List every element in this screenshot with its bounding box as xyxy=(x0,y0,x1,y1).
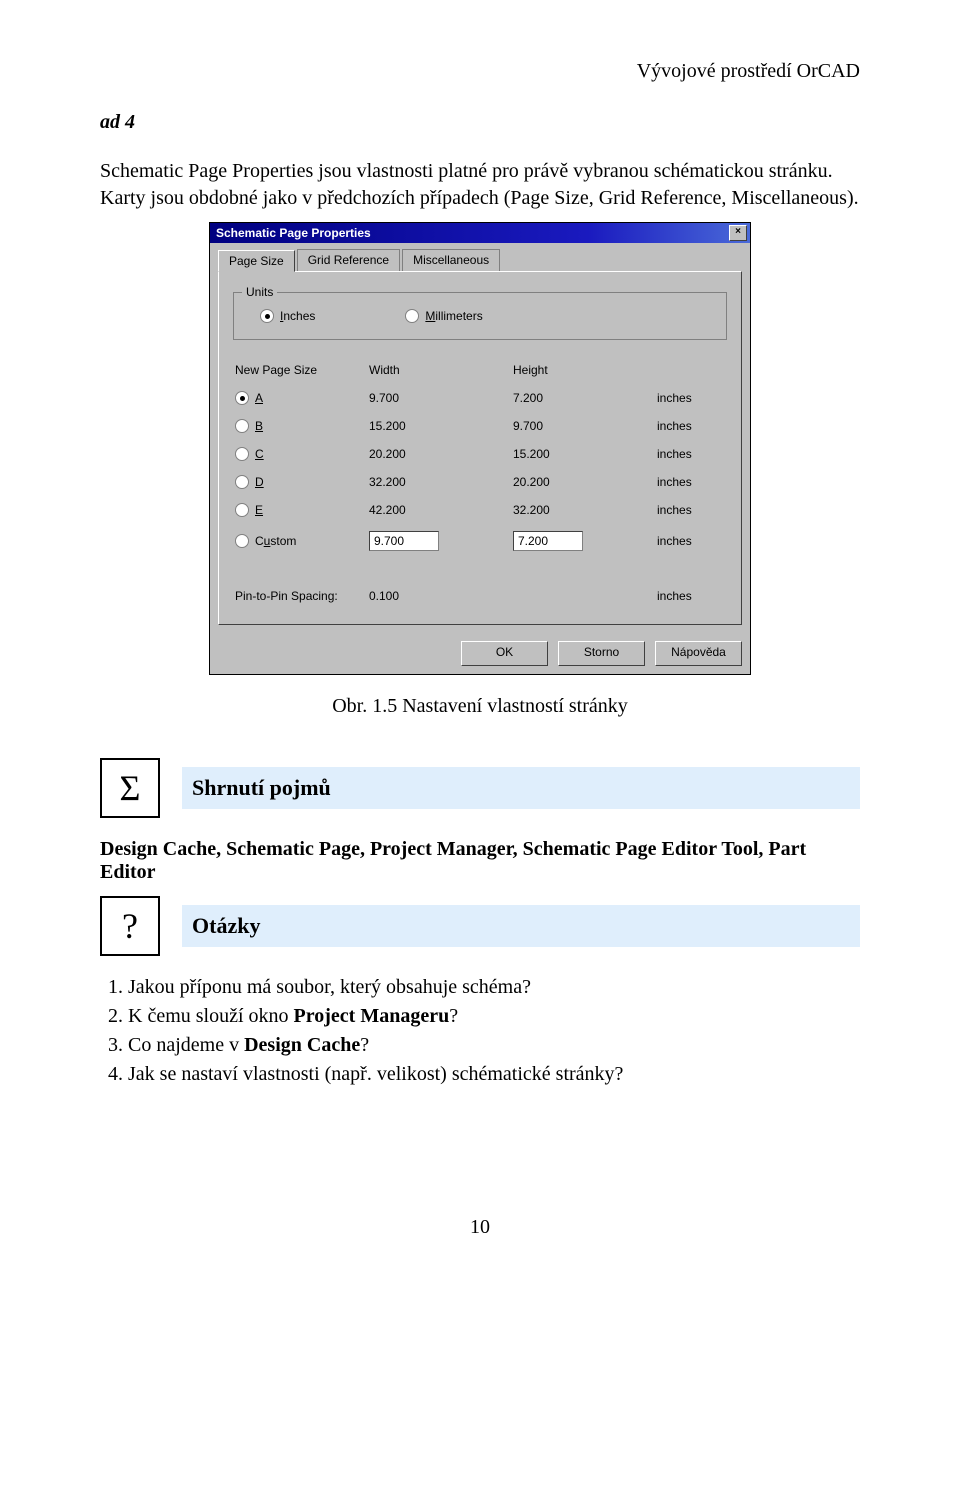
question-icon: ? xyxy=(100,896,160,956)
question-3: Co najdeme v Design Cache? xyxy=(128,1034,860,1057)
unit-custom: inches xyxy=(655,524,727,558)
sigma-icon: Σ xyxy=(100,758,160,818)
tab-miscellaneous[interactable]: Miscellaneous xyxy=(402,249,500,271)
dialog-buttons: OK Storno Nápověda xyxy=(210,633,750,674)
ok-button[interactable]: OK xyxy=(461,641,548,666)
size-row-b: B 15.200 9.700 inches xyxy=(233,412,727,440)
summary-terms: Design Cache, Schematic Page, Project Ma… xyxy=(100,838,860,884)
page-size-table: New Page Size Width Height A 9.700 7.200… xyxy=(233,356,727,610)
width-d: 32.200 xyxy=(367,468,511,496)
height-a: 7.200 xyxy=(511,384,655,412)
width-a: 9.700 xyxy=(367,384,511,412)
size-row-c: C 20.200 15.200 inches xyxy=(233,440,727,468)
radio-millimeters[interactable]: Millimeters xyxy=(405,309,482,323)
cancel-button[interactable]: Storno xyxy=(558,641,645,666)
width-c: 20.200 xyxy=(367,440,511,468)
height-d: 20.200 xyxy=(511,468,655,496)
radio-size-c[interactable]: C xyxy=(235,447,365,461)
question-2: K čemu slouží okno Project Manageru? xyxy=(128,1005,860,1028)
questions-list: Jakou příponu má soubor, který obsahuje … xyxy=(100,976,860,1086)
summary-heading-text: Shrnutí pojmů xyxy=(182,767,860,809)
intro-paragraph: Schematic Page Properties jsou vlastnost… xyxy=(100,158,860,212)
pin-spacing-value: 0.100 xyxy=(367,582,511,610)
unit-a: inches xyxy=(655,384,727,412)
size-row-e: E 42.200 32.200 inches xyxy=(233,496,727,524)
tab-strip: Page Size Grid Reference Miscellaneous xyxy=(210,243,750,271)
tab-content: Units Inches Millimeters N xyxy=(218,271,742,625)
radio-size-e[interactable]: E xyxy=(235,503,365,517)
tab-page-size[interactable]: Page Size xyxy=(218,250,295,272)
custom-height-input[interactable] xyxy=(513,531,583,551)
radio-inches[interactable]: Inches xyxy=(260,309,315,323)
close-icon[interactable]: × xyxy=(729,225,747,241)
units-group: Units Inches Millimeters xyxy=(233,292,727,340)
help-button[interactable]: Nápověda xyxy=(655,641,742,666)
dialog-title: Schematic Page Properties xyxy=(216,226,371,240)
radio-size-b[interactable]: B xyxy=(235,419,365,433)
unit-b: inches xyxy=(655,412,727,440)
question-1: Jakou příponu má soubor, který obsahuje … xyxy=(128,976,860,999)
size-row-a: A 9.700 7.200 inches xyxy=(233,384,727,412)
figure-caption: Obr. 1.5 Nastavení vlastností stránky xyxy=(100,695,860,718)
radio-icon xyxy=(405,309,419,323)
width-b: 15.200 xyxy=(367,412,511,440)
pin-spacing-unit: inches xyxy=(655,582,727,610)
custom-width-input[interactable] xyxy=(369,531,439,551)
radio-icon xyxy=(260,309,274,323)
titlebar: Schematic Page Properties × xyxy=(210,223,750,243)
section-label: ad 4 xyxy=(100,111,860,134)
summary-heading: Σ Shrnutí pojmů xyxy=(100,758,860,818)
header-context: Vývojové prostředí OrCAD xyxy=(100,60,860,83)
height-e: 32.200 xyxy=(511,496,655,524)
radio-mm-label: Millimeters xyxy=(425,309,482,323)
radio-size-custom[interactable]: Custom xyxy=(235,534,365,548)
units-group-label: Units xyxy=(242,285,277,299)
width-e: 42.200 xyxy=(367,496,511,524)
radio-size-d[interactable]: D xyxy=(235,475,365,489)
unit-c: inches xyxy=(655,440,727,468)
size-row-custom: Custom inches xyxy=(233,524,727,558)
tab-grid-reference[interactable]: Grid Reference xyxy=(297,249,400,271)
pin-spacing-row: Pin-to-Pin Spacing: 0.100 inches xyxy=(233,582,727,610)
radio-size-a[interactable]: A xyxy=(235,391,365,405)
height-c: 15.200 xyxy=(511,440,655,468)
height-b: 9.700 xyxy=(511,412,655,440)
unit-e: inches xyxy=(655,496,727,524)
unit-d: inches xyxy=(655,468,727,496)
col-width: Width xyxy=(367,356,511,384)
size-row-d: D 32.200 20.200 inches xyxy=(233,468,727,496)
questions-heading: ? Otázky xyxy=(100,896,860,956)
col-height: Height xyxy=(511,356,655,384)
pin-spacing-label: Pin-to-Pin Spacing: xyxy=(233,582,367,610)
question-4: Jak se nastaví vlastnosti (např. velikos… xyxy=(128,1063,860,1086)
col-newpagesize: New Page Size xyxy=(233,356,367,384)
radio-inches-label: Inches xyxy=(280,309,315,323)
schematic-page-properties-dialog: Schematic Page Properties × Page Size Gr… xyxy=(209,222,751,675)
questions-heading-text: Otázky xyxy=(182,905,860,947)
page-number: 10 xyxy=(100,1216,860,1239)
